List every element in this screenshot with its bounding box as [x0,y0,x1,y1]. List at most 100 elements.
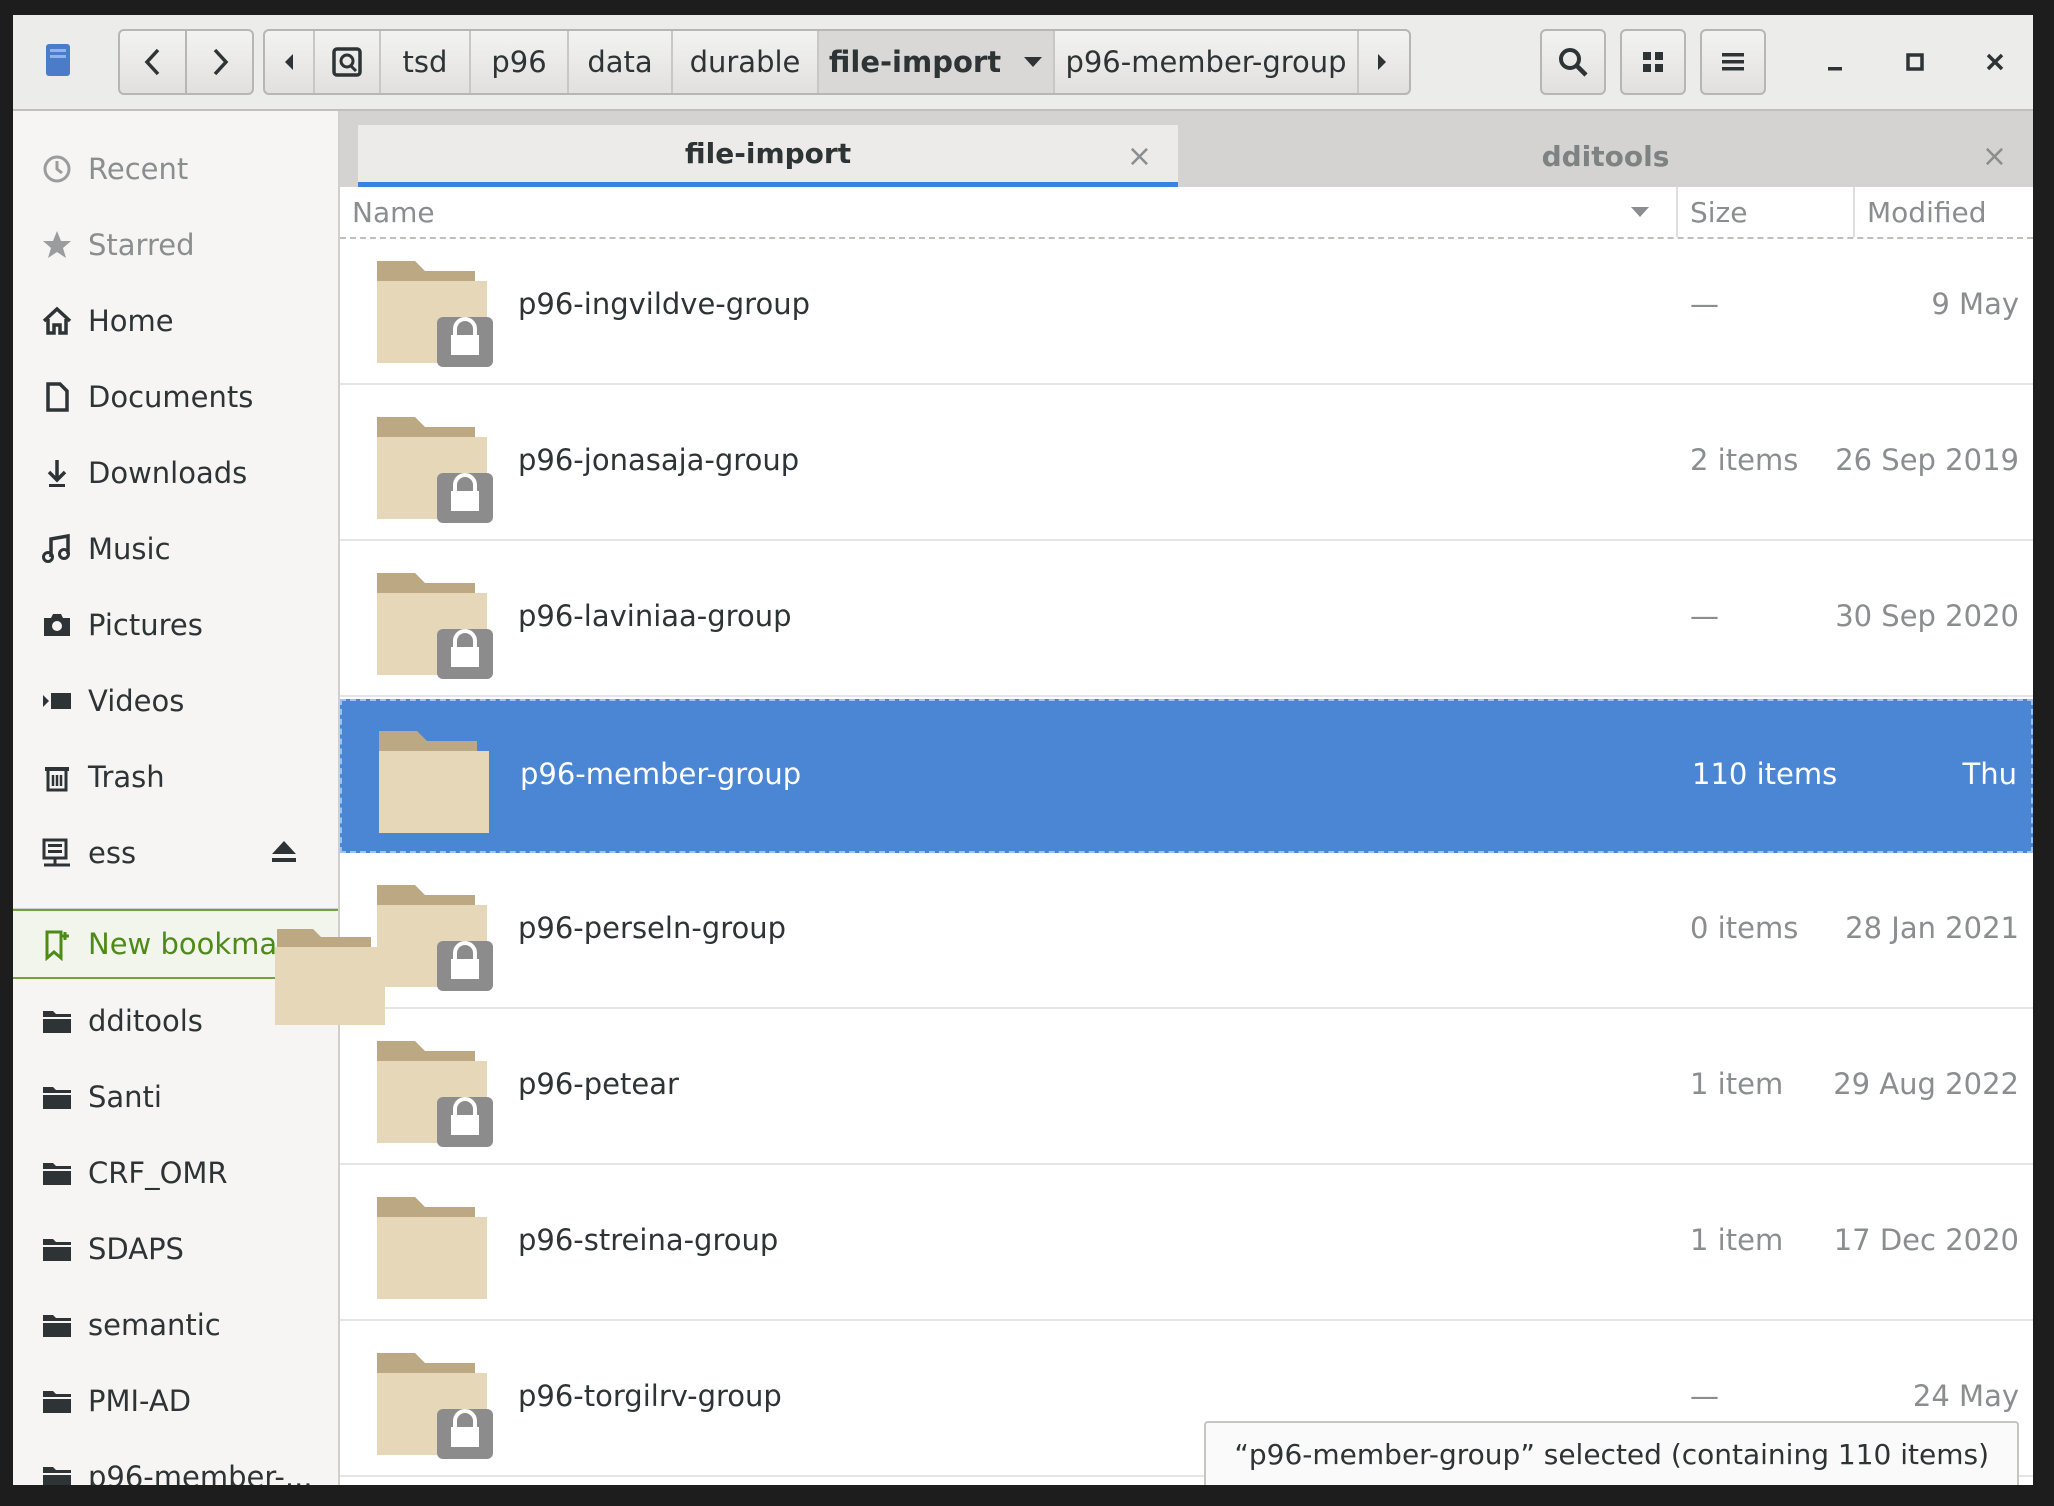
grid-view-icon [1643,52,1663,72]
sidebar-item-label: Home [88,304,174,338]
drive-icon [332,47,362,77]
folder-locked-icon [377,261,493,367]
file-row[interactable]: p96-streina-group 1 item 17 Dec 2020 [340,1167,2033,1321]
file-row[interactable]: p96-perseln-group 0 items 28 Jan 2021 [340,855,2033,1009]
tab-file-import[interactable]: file-import × [358,125,1178,187]
folder-icon [43,1391,71,1413]
maximize-button[interactable] [1885,29,1945,95]
file-modified: 26 Sep 2019 [1835,443,2019,477]
triangle-left-icon [285,54,293,70]
clock-icon [43,155,71,183]
sidebar-item-bookmark[interactable]: PMI-AD [13,1363,338,1439]
sidebar-item-bookmark[interactable]: p96-member-... [13,1439,338,1485]
chevron-down-icon [1024,57,1043,67]
minimize-button[interactable] [1805,29,1865,95]
column-modified-header[interactable]: Modified [1853,187,2033,237]
crumb-label: tsd [402,45,448,79]
sidebar-item-home[interactable]: Home [13,283,338,359]
minimize-icon [1828,67,1842,71]
sidebar-item-videos[interactable]: Videos [13,663,338,739]
file-name: p96-petear [518,1067,679,1101]
history-nav [118,29,254,95]
forward-button[interactable] [185,31,252,93]
crumb-p96-member-group[interactable]: p96-member-group [1053,31,1357,93]
close-window-button[interactable] [1965,29,2025,95]
file-size: 2 items [1690,443,1799,477]
download-icon [47,460,67,487]
crumb-file-import[interactable]: file-import [817,31,1053,93]
crumb-p96[interactable]: p96 [469,31,567,93]
crumb-label: file-import [828,45,1002,79]
folder-locked-icon [377,1041,493,1147]
music-icon [42,533,70,563]
sidebar-item-label: Documents [88,380,254,414]
folder-icon [43,1087,71,1109]
camera-icon [44,614,70,636]
file-row[interactable]: p96-laviniaa-group — 30 Sep 2020 [340,543,2033,697]
star-icon [43,231,71,258]
sidebar-item-downloads[interactable]: Downloads [13,435,338,511]
sidebar-item-bookmark[interactable]: CRF_OMR [13,1135,338,1211]
crumb-data[interactable]: data [567,31,671,93]
main-menu-button[interactable] [1700,29,1766,95]
crumb-label: p96 [491,45,547,79]
triangle-right-icon [1378,54,1386,70]
sidebar-item-bookmark[interactable]: SDAPS [13,1211,338,1287]
sidebar-item-label: Pictures [88,608,203,642]
file-modified: 30 Sep 2020 [1835,599,2019,633]
sidebar-item-bookmark[interactable]: semantic [13,1287,338,1363]
file-size: 1 item [1690,1223,1784,1257]
sidebar-item-bookmark[interactable]: Santi [13,1059,338,1135]
path-root-button[interactable] [313,31,379,93]
file-size: 110 items [1692,757,1838,791]
search-icon [1559,48,1588,77]
bookmark-add-icon [45,930,69,961]
eject-icon[interactable] [270,839,298,865]
crumb-durable[interactable]: durable [671,31,817,93]
file-row[interactable]: p96-petear 1 item 29 Aug 2022 [340,1011,2033,1165]
folder-icon [43,1163,71,1185]
sidebar-item-starred[interactable]: Starred [13,207,338,283]
sidebar-item-trash[interactable]: Trash [13,739,338,815]
search-button[interactable] [1540,29,1606,95]
file-name: p96-perseln-group [518,911,787,945]
sidebar-item-label: Downloads [88,456,248,490]
file-size: 0 items [1690,911,1799,945]
trash-icon [45,767,69,792]
sidebar-item-recent[interactable]: Recent [13,131,338,207]
file-row[interactable]: p96-jonasaja-group 2 items 26 Sep 2019 [340,387,2033,541]
sidebar-item-pictures[interactable]: Pictures [13,587,338,663]
dragged-folder-icon [275,929,385,1025]
folder-locked-icon [377,573,493,679]
file-row[interactable]: p96-ingvildve-group — 9 May [340,231,2033,385]
view-toggle-button[interactable] [1620,29,1686,95]
crumb-tsd[interactable]: tsd [379,31,469,93]
folder-icon [377,1197,487,1299]
sidebar-item-label: dditools [88,1004,203,1038]
sidebar-item-label: Trash [88,760,165,794]
sidebar-item-documents[interactable]: Documents [13,359,338,435]
close-tab-icon[interactable]: × [1127,139,1152,174]
crumb-label: data [587,45,653,79]
column-name-header[interactable]: Name [352,187,1672,237]
file-size: — [1690,1379,1719,1413]
close-tab-icon[interactable]: × [1982,139,2007,174]
folder-icon [43,1239,71,1261]
sidebar-item-label: Santi [88,1080,162,1114]
sidebar-item-label: Starred [88,228,195,262]
column-size-header[interactable]: Size [1676,187,1850,237]
sidebar-item-ess[interactable]: ess [13,815,338,891]
path-scroll-right-button[interactable] [1357,31,1405,93]
tab-dditools[interactable]: dditools × [1178,125,2033,187]
places-sidebar: Recent Starred Home Documents Downloads … [13,111,340,1485]
path-scroll-left-button[interactable] [265,31,313,93]
file-modified: Thu [1962,757,2017,791]
back-button[interactable] [120,31,185,93]
status-text: “p96-member-group” selected (containing … [1234,1437,1989,1471]
sidebar-item-label: Recent [88,152,189,186]
file-manager-icon[interactable] [45,43,71,77]
file-modified: 9 May [1931,287,2019,321]
sidebar-item-music[interactable]: Music [13,511,338,587]
file-row-selected[interactable]: p96-member-group 110 items Thu [340,699,2033,853]
file-name: p96-ingvildve-group [518,287,810,321]
